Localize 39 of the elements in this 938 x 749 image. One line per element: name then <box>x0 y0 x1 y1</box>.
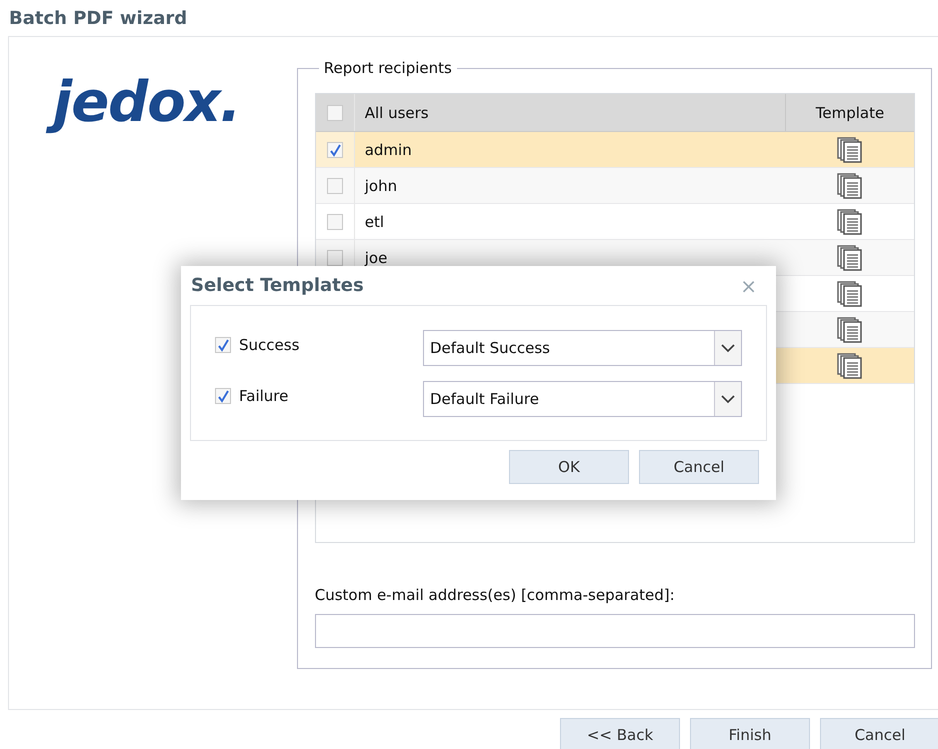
checkbox[interactable] <box>326 104 343 120</box>
field-label: Custom e-mail address(es) [comma-separated]: <box>314 586 676 604</box>
template-dropdown[interactable]: Default Failure <box>423 381 742 417</box>
column-header[interactable]: All users <box>354 94 786 131</box>
dialog-button[interactable]: OK <box>509 450 629 484</box>
wizard-button[interactable]: Finish <box>690 718 810 749</box>
document-stack-icon[interactable] <box>837 244 863 270</box>
document-stack-icon[interactable] <box>837 352 863 378</box>
chevron-down-icon <box>721 394 735 404</box>
checkbox-label: Success <box>239 336 300 354</box>
window-title: Batch PDF wizard <box>8 6 188 30</box>
checkbox[interactable] <box>326 214 343 230</box>
document-stack-icon[interactable] <box>837 208 863 234</box>
checkbox-label: Failure <box>239 387 288 405</box>
user-name: joe <box>364 248 388 266</box>
document-stack-icon[interactable] <box>837 280 863 306</box>
column-header[interactable]: Template <box>786 94 914 131</box>
checkbox[interactable] <box>326 178 343 194</box>
checkbox[interactable] <box>215 337 231 353</box>
template-dropdown[interactable]: Default Success <box>423 330 742 366</box>
email-input-field[interactable] <box>314 614 915 648</box>
wizard-button[interactable]: << Back <box>560 718 680 749</box>
checkbox[interactable] <box>215 388 231 404</box>
user-name: etl <box>364 212 384 230</box>
checkbox[interactable] <box>326 250 343 266</box>
user-row[interactable]: admin <box>316 132 914 168</box>
document-stack-icon[interactable] <box>837 136 863 162</box>
checkbox[interactable] <box>326 142 343 158</box>
dialog-button[interactable]: Cancel <box>639 450 759 484</box>
wizard-button[interactable]: Cancel <box>820 718 938 749</box>
user-name: admin <box>364 140 412 158</box>
document-stack-icon[interactable] <box>837 172 863 198</box>
user-row[interactable]: etl <box>316 204 914 240</box>
panel-legend: Report recipients <box>318 59 457 77</box>
document-stack-icon[interactable] <box>837 316 863 342</box>
dialog-title: Select Templates <box>191 275 364 296</box>
user-name: john <box>364 176 398 194</box>
user-row[interactable]: john <box>316 168 914 204</box>
chevron-down-icon <box>721 344 735 352</box>
